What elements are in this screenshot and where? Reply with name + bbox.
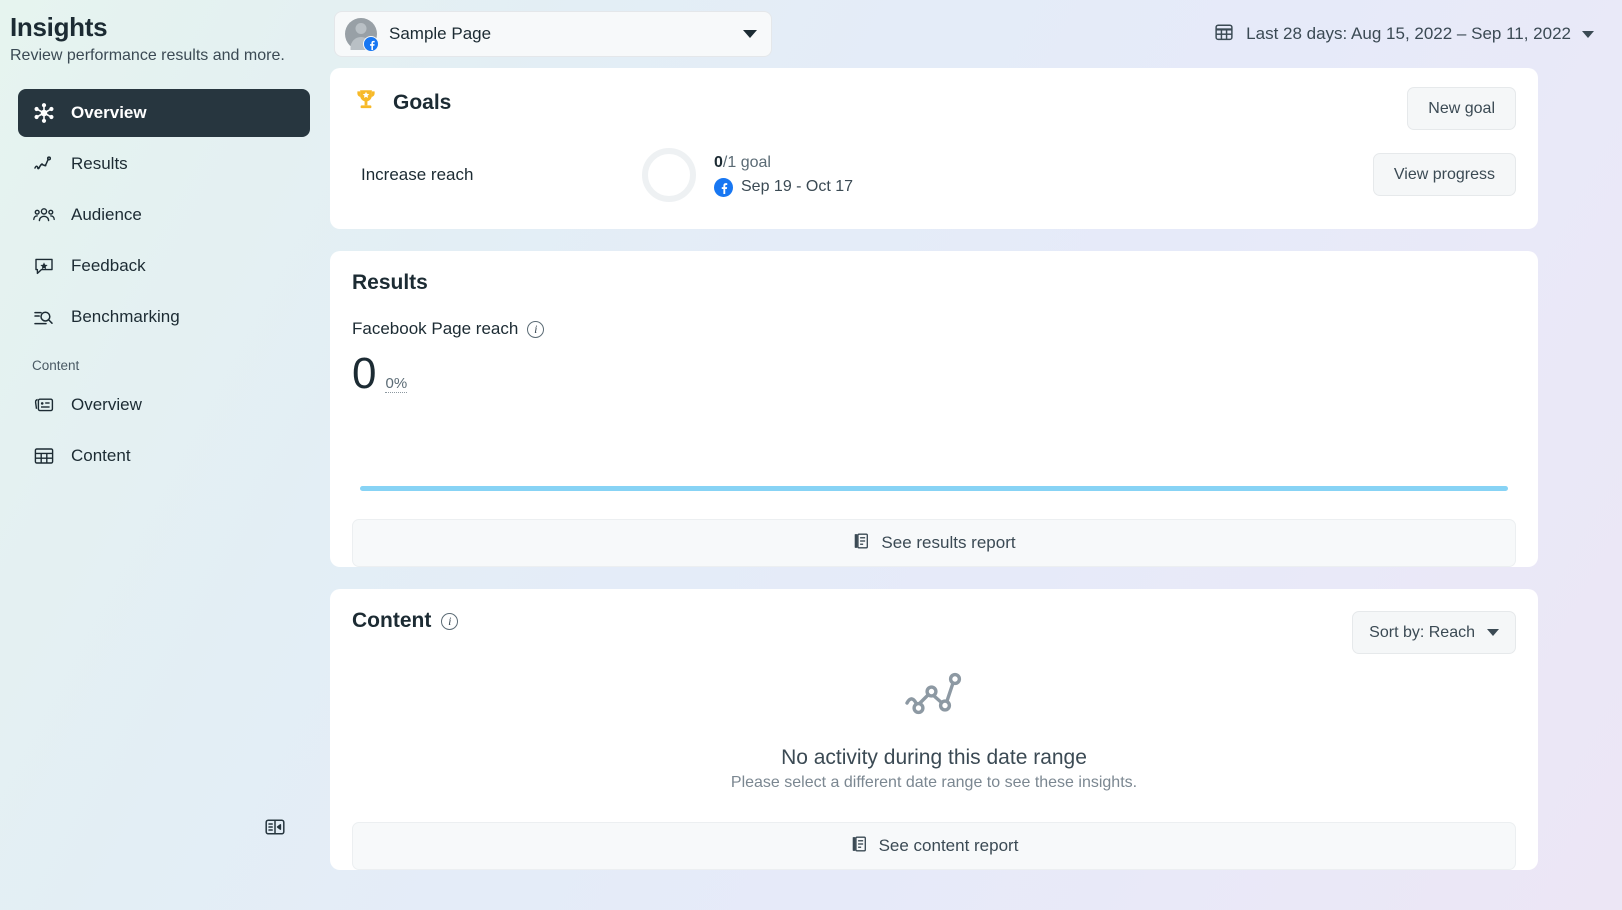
goal-progress-ring bbox=[642, 148, 696, 202]
facebook-icon bbox=[363, 36, 379, 52]
goal-name: Increase reach bbox=[352, 165, 642, 185]
sidebar-item-label: Results bbox=[71, 154, 128, 174]
sidebar-item-label: Content bbox=[71, 446, 131, 466]
goal-dates-row: Sep 19 - Oct 17 bbox=[714, 176, 853, 198]
info-icon[interactable]: i bbox=[441, 613, 458, 630]
sidebar-item-label: Benchmarking bbox=[71, 307, 180, 327]
results-chart-line bbox=[360, 486, 1508, 491]
goal-progress-count: 0/1 goal bbox=[714, 154, 771, 171]
date-range-label: Last 28 days: Aug 15, 2022 – Sep 11, 202… bbox=[1246, 24, 1571, 44]
topbar: Sample Page Last 28 days: Aug 15, 2022 –… bbox=[328, 0, 1622, 68]
sidebar-item-feedback[interactable]: Feedback bbox=[18, 242, 310, 290]
facebook-icon bbox=[714, 178, 733, 197]
see-content-report-button[interactable]: See content report bbox=[352, 822, 1516, 870]
content-table-icon bbox=[32, 444, 56, 468]
sidebar-group-label: Content bbox=[18, 344, 310, 381]
page-subtitle: Review performance results and more. bbox=[10, 45, 328, 67]
goal-meta: 0/1 goal Sep 19 - Oct 17 bbox=[714, 152, 853, 198]
sidebar-item-audience[interactable]: Audience bbox=[18, 191, 310, 239]
goals-header: Goals bbox=[352, 86, 1516, 119]
content-empty-subtitle: Please select a different date range to … bbox=[352, 774, 1516, 792]
content-header: Content i bbox=[352, 609, 1516, 633]
report-icon bbox=[852, 532, 870, 555]
new-goal-button[interactable]: New goal bbox=[1407, 87, 1516, 130]
results-metric-value: 0 bbox=[352, 351, 376, 397]
collapse-panel-icon[interactable] bbox=[262, 814, 288, 840]
results-metric-row: 0 0% bbox=[352, 351, 1516, 397]
sidebar-item-content-overview[interactable]: Overview bbox=[18, 381, 310, 429]
content-cards-icon bbox=[32, 393, 56, 417]
view-progress-button[interactable]: View progress bbox=[1373, 153, 1516, 196]
sort-by-label: Sort by: Reach bbox=[1369, 624, 1475, 642]
sidebar-item-overview[interactable]: Overview bbox=[18, 89, 310, 137]
page-title: Insights bbox=[10, 10, 328, 44]
content-title: Content bbox=[352, 609, 431, 633]
overview-hub-icon bbox=[32, 101, 56, 125]
see-results-report-label: See results report bbox=[881, 533, 1015, 553]
results-metric-label-row: Facebook Page reach i bbox=[352, 319, 1516, 339]
page-selector-label: Sample Page bbox=[389, 24, 731, 44]
results-line-chart-icon bbox=[32, 152, 56, 176]
content-card: Content i Sort by: Reach bbox=[330, 589, 1538, 870]
calendar-icon bbox=[1213, 21, 1235, 48]
cards-container: Goals New goal Increase reach 0/1 goal S… bbox=[328, 68, 1622, 870]
report-icon bbox=[850, 835, 868, 858]
goal-row: Increase reach 0/1 goal Sep 19 - Oct 17 … bbox=[352, 147, 1516, 203]
results-metric-label: Facebook Page reach bbox=[352, 319, 518, 339]
page-selector-dropdown[interactable]: Sample Page bbox=[334, 11, 772, 57]
content-empty-title: No activity during this date range bbox=[352, 746, 1516, 770]
sidebar: Insights Review performance results and … bbox=[0, 0, 328, 910]
sidebar-item-label: Audience bbox=[71, 205, 142, 225]
goals-title: Goals bbox=[393, 91, 451, 115]
page-avatar bbox=[345, 18, 377, 50]
sidebar-nav: Overview Results bbox=[0, 89, 328, 480]
sidebar-item-content-table[interactable]: Content bbox=[18, 432, 310, 480]
benchmarking-search-icon bbox=[32, 305, 56, 329]
results-card: Results Facebook Page reach i 0 0% bbox=[330, 251, 1538, 567]
results-metric-delta: 0% bbox=[385, 375, 407, 393]
content-empty-state: No activity during this date range Pleas… bbox=[352, 633, 1516, 800]
goal-date-range: Sep 19 - Oct 17 bbox=[741, 176, 853, 198]
feedback-star-bubble-icon bbox=[32, 254, 56, 278]
results-chart bbox=[352, 405, 1516, 497]
results-title: Results bbox=[352, 271, 1516, 295]
main-content: Sample Page Last 28 days: Aug 15, 2022 –… bbox=[328, 0, 1622, 910]
sidebar-item-label: Overview bbox=[71, 395, 142, 415]
see-content-report-label: See content report bbox=[879, 836, 1019, 856]
date-range-selector[interactable]: Last 28 days: Aug 15, 2022 – Sep 11, 202… bbox=[1213, 21, 1594, 48]
chevron-down-icon bbox=[743, 30, 757, 38]
audience-people-icon bbox=[32, 203, 56, 227]
goals-card: Goals New goal Increase reach 0/1 goal S… bbox=[330, 68, 1538, 229]
brand-header: Insights Review performance results and … bbox=[0, 0, 328, 67]
sidebar-item-label: Overview bbox=[71, 103, 147, 123]
sidebar-item-label: Feedback bbox=[71, 256, 146, 276]
goal-progress-current: 0 bbox=[714, 154, 723, 171]
see-results-report-button[interactable]: See results report bbox=[352, 519, 1516, 567]
sort-by-dropdown[interactable]: Sort by: Reach bbox=[1352, 611, 1516, 654]
sidebar-item-results[interactable]: Results bbox=[18, 140, 310, 188]
line-chart-nodes-icon bbox=[901, 714, 967, 731]
chevron-down-icon bbox=[1582, 31, 1594, 38]
info-icon[interactable]: i bbox=[527, 321, 544, 338]
goal-progress-total: /1 goal bbox=[723, 154, 771, 171]
trophy-icon bbox=[352, 86, 380, 119]
sidebar-item-benchmarking[interactable]: Benchmarking bbox=[18, 293, 310, 341]
chevron-down-icon bbox=[1487, 629, 1499, 636]
